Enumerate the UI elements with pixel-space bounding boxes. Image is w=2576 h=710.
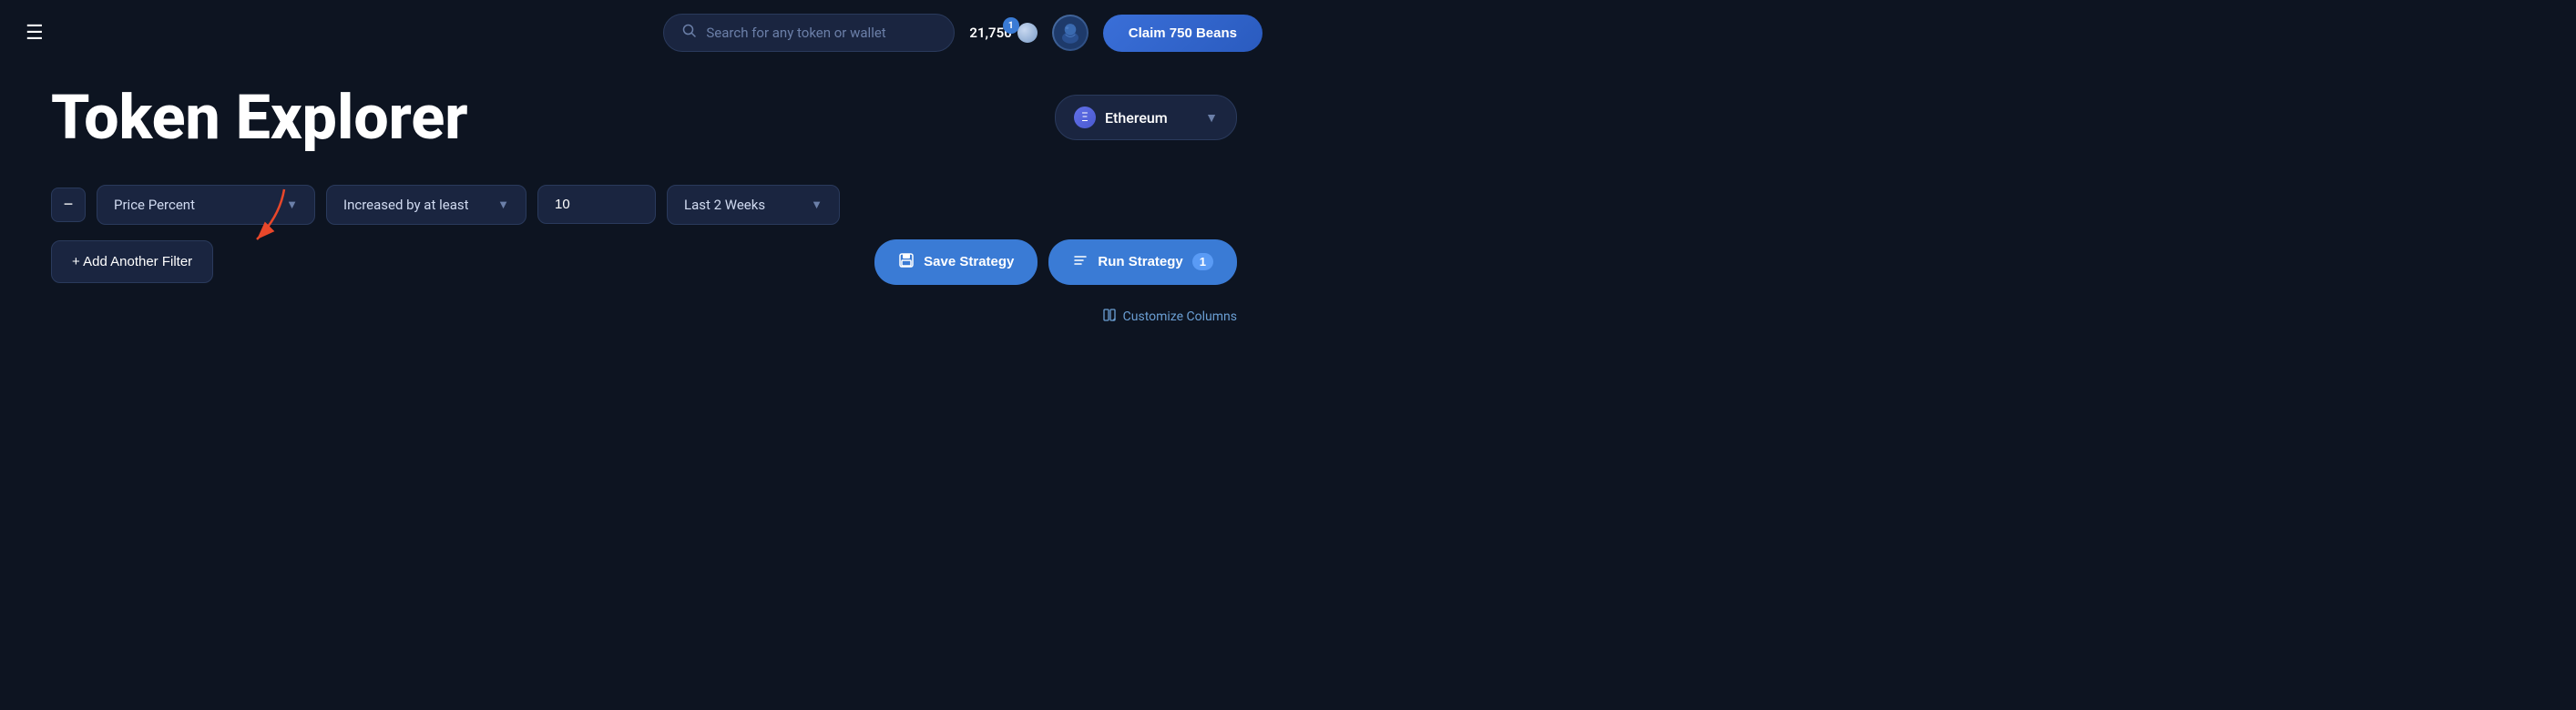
- navbar-left: ☰: [26, 22, 44, 45]
- filter-value-input[interactable]: [537, 185, 656, 224]
- avatar[interactable]: [1052, 15, 1089, 51]
- run-strategy-badge: 1: [1192, 253, 1213, 270]
- save-strategy-button[interactable]: Save Strategy: [874, 239, 1038, 285]
- filter-timeframe-dropdown[interactable]: Last 2 Weeks ▼: [667, 185, 840, 225]
- beans-counter: 1 21,750: [969, 23, 1037, 43]
- filter-type-dropdown[interactable]: Price Percent ▼: [97, 185, 315, 225]
- navbar-right: Search for any token or wallet 1 21,750: [663, 14, 1262, 52]
- add-another-filter-button[interactable]: + Add Another Filter: [51, 240, 213, 283]
- filter-type-chevron-icon: ▼: [286, 198, 298, 212]
- filter-row: − Price Percent ▼ Increased by at least …: [51, 185, 1237, 225]
- page-header: Token Explorer Ξ Ethereum ▼: [51, 84, 1237, 152]
- network-selector[interactable]: Ξ Ethereum ▼: [1055, 95, 1237, 140]
- customize-columns-icon: [1103, 309, 1116, 325]
- search-bar[interactable]: Search for any token or wallet: [663, 14, 955, 52]
- run-icon: [1072, 252, 1089, 272]
- remove-filter-button[interactable]: −: [51, 188, 86, 222]
- main-content: Token Explorer Ξ Ethereum ▼ − Price Perc…: [0, 66, 1288, 303]
- save-icon: [898, 252, 915, 272]
- run-strategy-label: Run Strategy: [1098, 254, 1182, 269]
- run-strategy-button[interactable]: Run Strategy 1: [1048, 239, 1237, 285]
- navbar: ☰ Search for any token or wallet 1 21,75…: [0, 0, 1288, 66]
- customize-columns-button[interactable]: Customize Columns: [1103, 309, 1237, 325]
- search-icon: [682, 24, 697, 42]
- notification-badge: 1: [1003, 17, 1019, 34]
- action-buttons: Save Strategy Run Strategy 1: [874, 239, 1237, 285]
- hamburger-menu-icon[interactable]: ☰: [26, 22, 44, 45]
- filter-section: − Price Percent ▼ Increased by at least …: [51, 185, 1237, 285]
- action-row: + Add Another Filter Save Strategy: [51, 239, 1237, 285]
- customize-columns-label: Customize Columns: [1123, 309, 1237, 324]
- ethereum-icon: Ξ: [1074, 106, 1096, 128]
- save-strategy-label: Save Strategy: [924, 254, 1014, 269]
- chevron-down-icon: ▼: [1205, 110, 1218, 126]
- filter-timeframe-chevron-icon: ▼: [811, 198, 823, 212]
- search-bar-placeholder: Search for any token or wallet: [706, 25, 885, 41]
- filter-condition-label: Increased by at least: [343, 197, 469, 213]
- filter-condition-chevron-icon: ▼: [497, 198, 509, 212]
- filter-timeframe-label: Last 2 Weeks: [684, 197, 765, 213]
- bean-icon: [1017, 23, 1038, 43]
- claim-beans-button[interactable]: Claim 750 Beans: [1103, 15, 1262, 52]
- filter-condition-dropdown[interactable]: Increased by at least ▼: [326, 185, 526, 225]
- filter-type-label: Price Percent: [114, 197, 195, 213]
- page-title: Token Explorer: [51, 84, 468, 152]
- network-name: Ethereum: [1105, 109, 1196, 127]
